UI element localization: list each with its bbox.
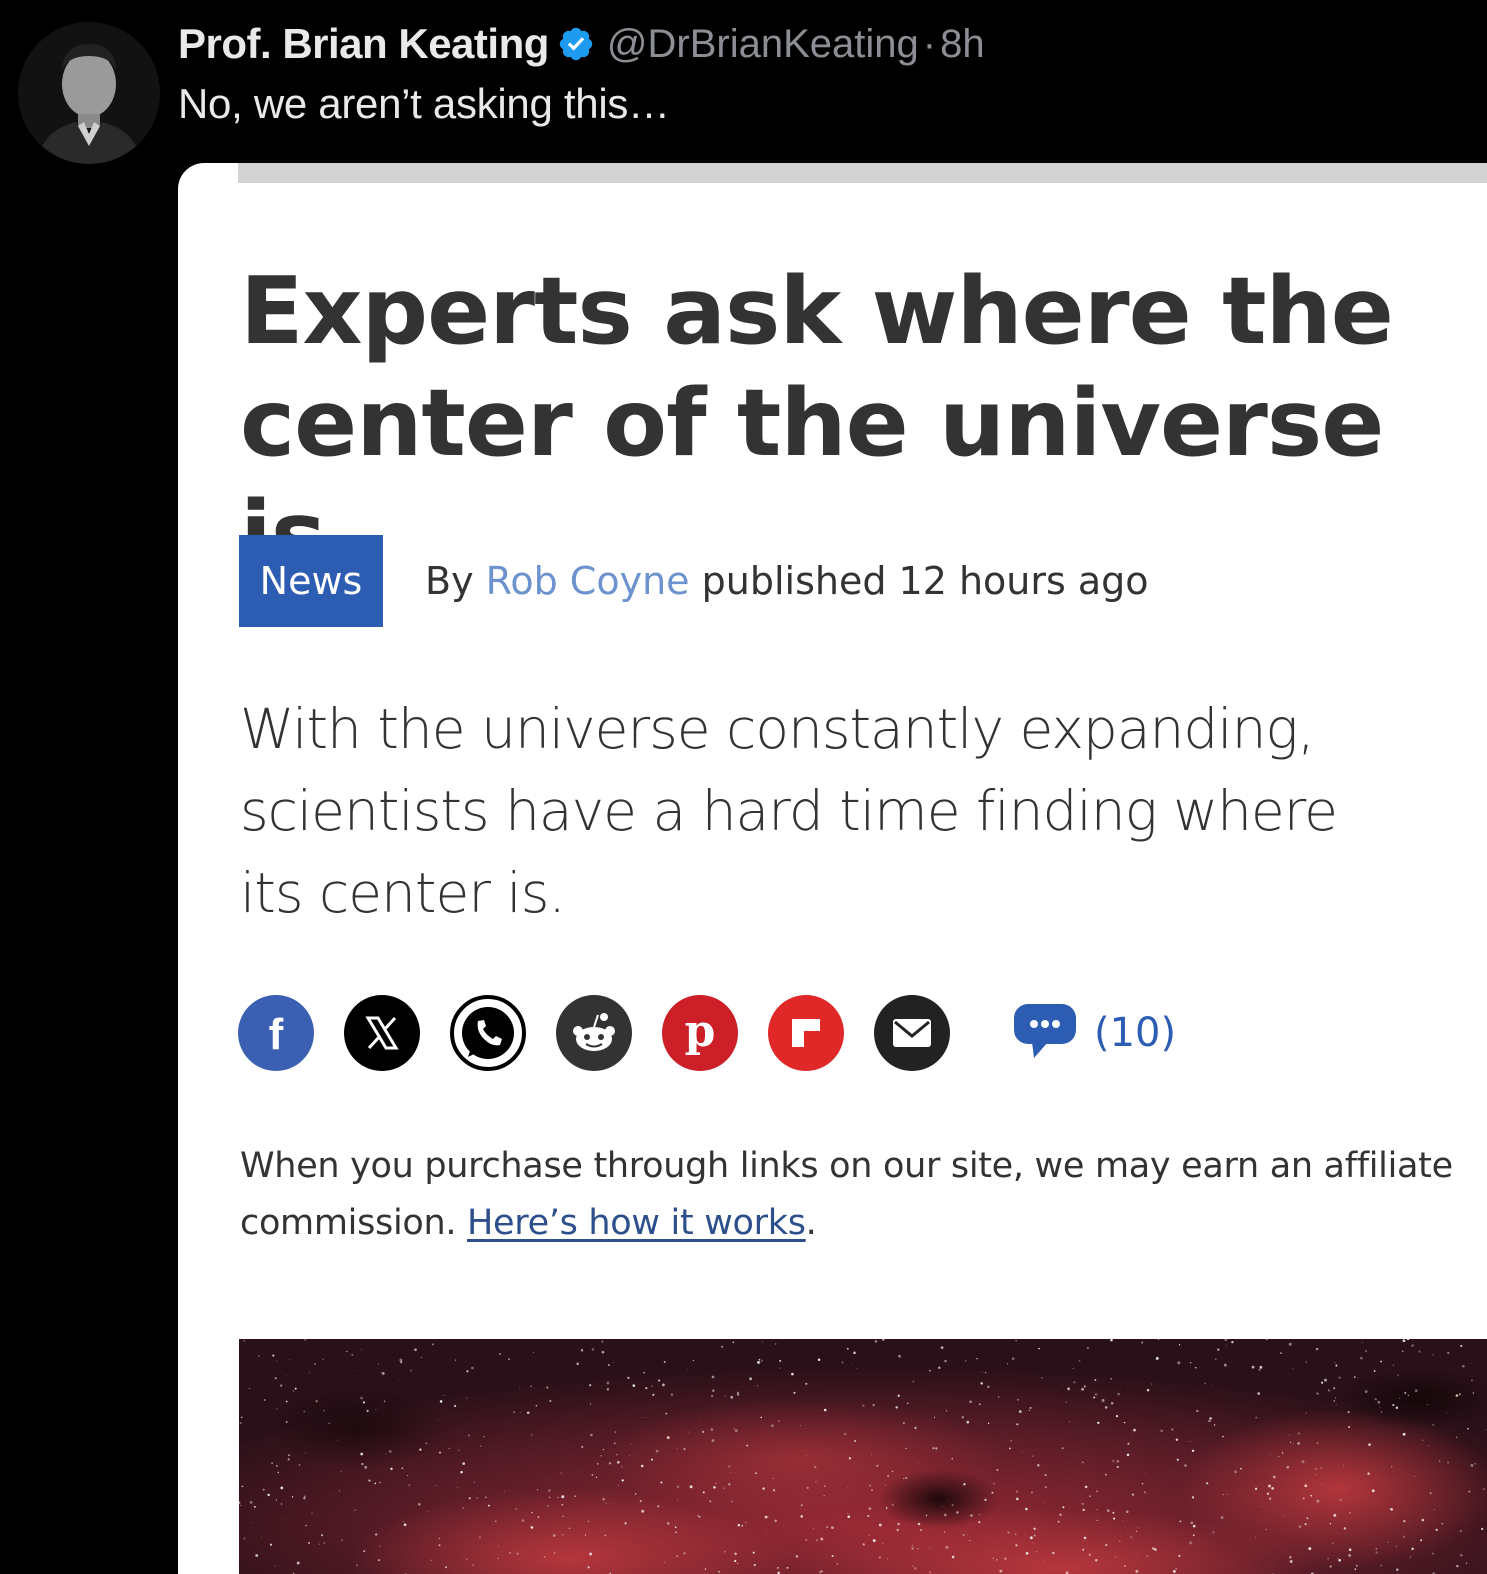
- x-icon[interactable]: [344, 995, 420, 1071]
- email-icon[interactable]: [874, 995, 950, 1071]
- category-tag[interactable]: News: [239, 535, 383, 627]
- comment-count[interactable]: (10): [1094, 1010, 1176, 1056]
- author-avatar[interactable]: [18, 22, 160, 164]
- article-standfirst: With the universe constantly expanding, …: [240, 697, 1338, 925]
- pinterest-icon[interactable]: p: [662, 995, 738, 1071]
- separator-dot: ·: [922, 21, 937, 66]
- svg-text:p: p: [685, 1008, 716, 1057]
- byline-prefix: By: [425, 559, 474, 603]
- byline: By Rob Coyne published 12 hours ago: [425, 559, 1149, 603]
- affiliate-disclosure: When you purchase through links on our s…: [240, 1138, 1487, 1252]
- verified-badge-icon: [557, 25, 595, 63]
- svg-text:f: f: [269, 1010, 284, 1057]
- author-handle[interactable]: @DrBrianKeating: [607, 22, 919, 67]
- whatsapp-icon[interactable]: [450, 995, 526, 1071]
- author-link[interactable]: Rob Coyne: [486, 559, 690, 603]
- tweet-timestamp[interactable]: 8h: [940, 22, 985, 67]
- share-bar: f p (10): [238, 995, 1176, 1071]
- published-time: published 12 hours ago: [701, 559, 1149, 603]
- affiliate-link[interactable]: Here’s how it works: [467, 1203, 806, 1243]
- hero-image: [239, 1339, 1487, 1574]
- facebook-icon[interactable]: f: [238, 995, 314, 1071]
- affiliate-text: When you purchase through links on our s…: [240, 1146, 1453, 1243]
- author-name[interactable]: Prof. Brian Keating: [178, 20, 549, 68]
- tweet-meta: Prof. Brian Keating @DrBrianKeating · 8h: [178, 14, 985, 74]
- reddit-icon[interactable]: [556, 995, 632, 1071]
- flipboard-icon[interactable]: [768, 995, 844, 1071]
- byline-row: News By Rob Coyne published 12 hours ago: [239, 535, 1149, 627]
- affiliate-end: .: [805, 1203, 817, 1243]
- article-card[interactable]: Experts ask where the center of the univ…: [178, 163, 1487, 1574]
- top-divider: [238, 163, 1487, 183]
- tweet-text: No, we aren’t asking this…: [178, 80, 670, 127]
- comment-bubble-icon: [1012, 1002, 1078, 1065]
- comments-link[interactable]: (10): [1012, 1002, 1176, 1065]
